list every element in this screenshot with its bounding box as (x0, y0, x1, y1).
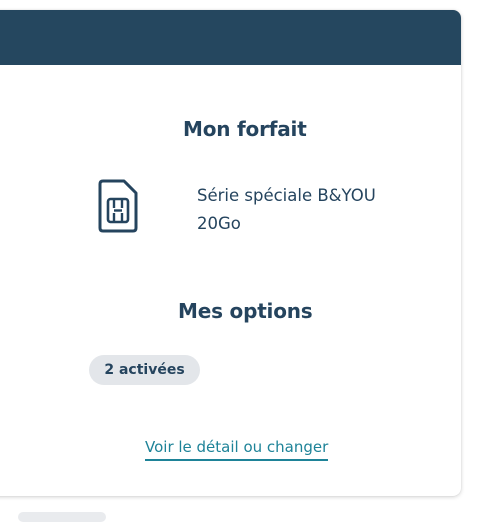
sim-card-icon (98, 179, 138, 233)
plan-name: Série spéciale B&YOU 20Go (197, 186, 376, 233)
options-section-title: Mes options (178, 299, 313, 323)
plan-section-title: Mon forfait (183, 117, 307, 141)
card-header (0, 10, 461, 65)
options-count-badge: 2 activées (89, 355, 200, 385)
plan-card: Mon forfait Série spéciale B&YOU 20Go Me… (0, 10, 461, 496)
view-details-link[interactable]: Voir le détail ou changer (145, 438, 329, 461)
next-card-edge (18, 512, 106, 522)
